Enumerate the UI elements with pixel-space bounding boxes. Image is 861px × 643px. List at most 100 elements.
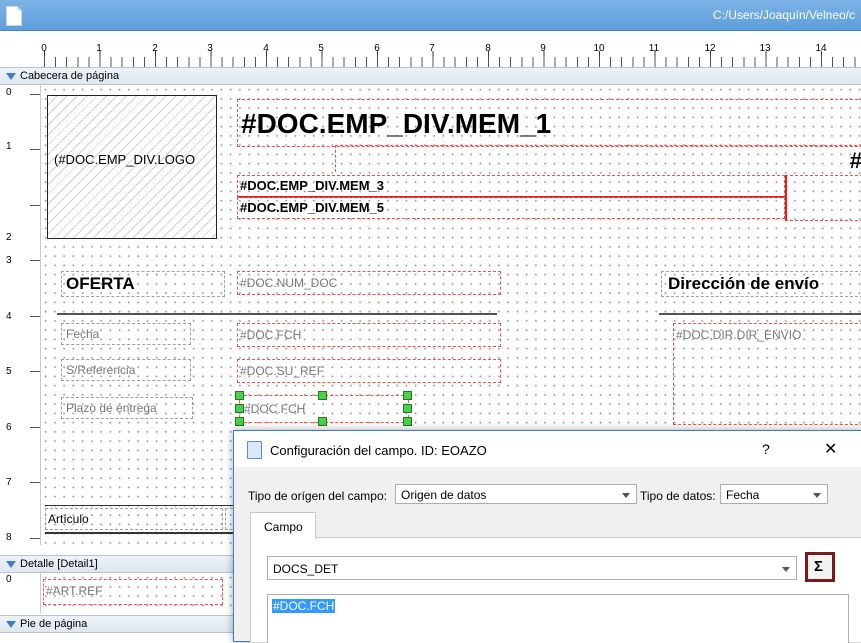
chevron-down-icon <box>782 567 790 572</box>
ruler-label: 11 <box>648 43 660 54</box>
plazo-value-text: #DOC.FCH <box>244 402 306 416</box>
ruler-label: 13 <box>759 43 771 54</box>
sref-value-field[interactable]: #DOC.SU_REF <box>237 359 501 383</box>
window-path: C:/Users/Joaquín/Velneo/c <box>712 8 855 22</box>
dialog-title-bar: Configuración del campo. ID: EOAZO ? ✕ <box>234 431 861 467</box>
chevron-down-icon <box>622 493 630 498</box>
vruler-label: 0 <box>6 87 12 98</box>
band-footer-label: Pie de página <box>20 618 88 630</box>
expression-text[interactable]: #DOC.FCH <box>272 599 336 613</box>
field-config-dialog[interactable]: Configuración del campo. ID: EOAZO ? ✕ T… <box>233 430 861 643</box>
articulo-text: Artículo <box>48 512 89 526</box>
vruler-label: 3 <box>6 255 12 266</box>
logo-placeholder[interactable]: (#DOC.EMP_DIV.LOGO <box>47 95 217 239</box>
divider-line-right <box>659 313 861 315</box>
resize-handle[interactable] <box>403 417 412 426</box>
ruler-label: 10 <box>593 43 605 54</box>
plazo-label-field[interactable]: Plazo de entrega <box>61 397 193 419</box>
vruler-label: 8 <box>6 532 12 543</box>
document-icon <box>247 441 262 459</box>
resize-handle[interactable] <box>318 417 327 426</box>
origin-select[interactable]: Origen de datos <box>395 484 637 504</box>
logo-field-label: (#DOC.EMP_DIV.LOGO <box>54 152 196 167</box>
dir-envio-text: #DOC.DIR.DIR_ENVIO <box>676 328 802 342</box>
vruler-label: 0 <box>6 574 12 585</box>
expression-editor[interactable]: #DOC.FCH <box>267 594 849 643</box>
band-detail-label: Detalle [Detail1] <box>20 558 98 570</box>
band-header[interactable]: Cabecera de página <box>0 67 861 85</box>
sigma-button[interactable]: Σ <box>805 552 835 582</box>
resize-handle[interactable] <box>235 391 244 400</box>
collapse-icon[interactable] <box>6 72 16 80</box>
mem2-field[interactable]: # <box>335 145 861 173</box>
fecha-value-field[interactable]: #DOC.FCH <box>237 323 501 347</box>
sigma-icon: Σ <box>814 558 824 575</box>
resize-handle[interactable] <box>403 391 412 400</box>
divider-line <box>57 313 497 315</box>
ruler-label: 7 <box>429 43 435 54</box>
num-doc-text: #DOC.NUM_DOC <box>240 276 338 290</box>
sref-label-text: S/Referencia <box>66 363 136 377</box>
ruler-label: 8 <box>485 43 491 54</box>
divider-line <box>45 532 235 534</box>
help-button[interactable]: ? <box>762 441 770 457</box>
articulo-field[interactable]: Artículo <box>45 508 223 530</box>
mem1-text: #DOC.EMP_DIV.MEM_1 <box>241 108 552 139</box>
resize-handle[interactable] <box>235 417 244 426</box>
type-label: Tipo de datos: <box>640 489 716 503</box>
chevron-down-icon <box>813 493 821 498</box>
dir-envio-field[interactable]: #DOC.DIR.DIR_ENVIO <box>673 323 861 425</box>
ruler-label: 2 <box>152 43 158 54</box>
dialog-title: Configuración del campo. ID: EOAZO <box>270 443 487 458</box>
tab-campo[interactable]: Campo <box>250 512 316 539</box>
tab-panel: DOCS_DET Σ #DOC.FCH <box>250 537 861 643</box>
table-select-value: DOCS_DET <box>273 562 339 576</box>
mem1-field[interactable]: #DOC.EMP_DIV.MEM_1 <box>237 99 861 147</box>
direccion-field[interactable]: Dirección de envío <box>661 271 861 297</box>
sref-label-field[interactable]: S/Referencia <box>61 359 191 381</box>
vruler-label: 4 <box>6 311 12 322</box>
divider-line <box>45 505 235 506</box>
vertical-ruler-detail: 0 <box>0 573 41 613</box>
ruler-label: 6 <box>374 43 380 54</box>
ruler-label: 3 <box>207 43 213 54</box>
mem5-text: #DOC.EMP_DIV.MEM_5 <box>240 200 385 215</box>
ruler-label: 4 <box>263 43 269 54</box>
band-header-label: Cabecera de página <box>20 70 120 82</box>
resize-handle[interactable] <box>235 404 244 413</box>
vruler-label: 7 <box>6 477 12 488</box>
sref-value-text: #DOC.SU_REF <box>240 364 325 378</box>
ruler-label: 5 <box>318 43 324 54</box>
vruler-label: 2 <box>6 232 12 243</box>
hash-text: # <box>849 148 861 173</box>
ruler-label: 14 <box>815 43 827 54</box>
mem5-field[interactable]: #DOC.EMP_DIV.MEM_5 <box>237 197 785 219</box>
vruler-label: 6 <box>6 422 12 433</box>
origin-select-value: Origen de datos <box>401 488 487 502</box>
close-button[interactable]: ✕ <box>824 439 837 459</box>
ruler-label: 9 <box>540 43 546 54</box>
collapse-icon[interactable] <box>6 620 16 628</box>
tab-campo-label: Campo <box>264 520 303 534</box>
fecha-label-text: Fecha <box>66 327 100 341</box>
resize-handle[interactable] <box>403 404 412 413</box>
mem3-field[interactable]: #DOC.EMP_DIV.MEM_3 <box>237 175 785 198</box>
table-select[interactable]: DOCS_DET <box>267 556 797 580</box>
fecha-value-text: #DOC.FCH <box>240 328 302 342</box>
oferta-field[interactable]: OFERTA <box>61 271 225 297</box>
vruler-label: 1 <box>6 141 12 152</box>
art-ref-text: #ART.REF <box>46 584 103 598</box>
num-doc-field[interactable]: #DOC.NUM_DOC <box>237 271 501 295</box>
ruler-label: 1 <box>96 43 102 54</box>
vertical-ruler: 0 2 1 3 4 5 6 7 8 <box>0 85 41 545</box>
plazo-label-text: Plazo de entrega <box>66 401 157 415</box>
vruler-label: 5 <box>6 366 12 377</box>
mem3-text: #DOC.EMP_DIV.MEM_3 <box>240 178 385 193</box>
origin-label: Tipo de orígen del campo: <box>248 489 387 503</box>
mem4-field[interactable] <box>785 175 861 221</box>
fecha-label-field[interactable]: Fecha <box>61 323 191 345</box>
resize-handle[interactable] <box>318 391 327 400</box>
collapse-icon[interactable] <box>6 560 16 568</box>
art-ref-field[interactable]: #ART.REF <box>43 579 223 605</box>
type-select[interactable]: Fecha <box>720 484 828 504</box>
